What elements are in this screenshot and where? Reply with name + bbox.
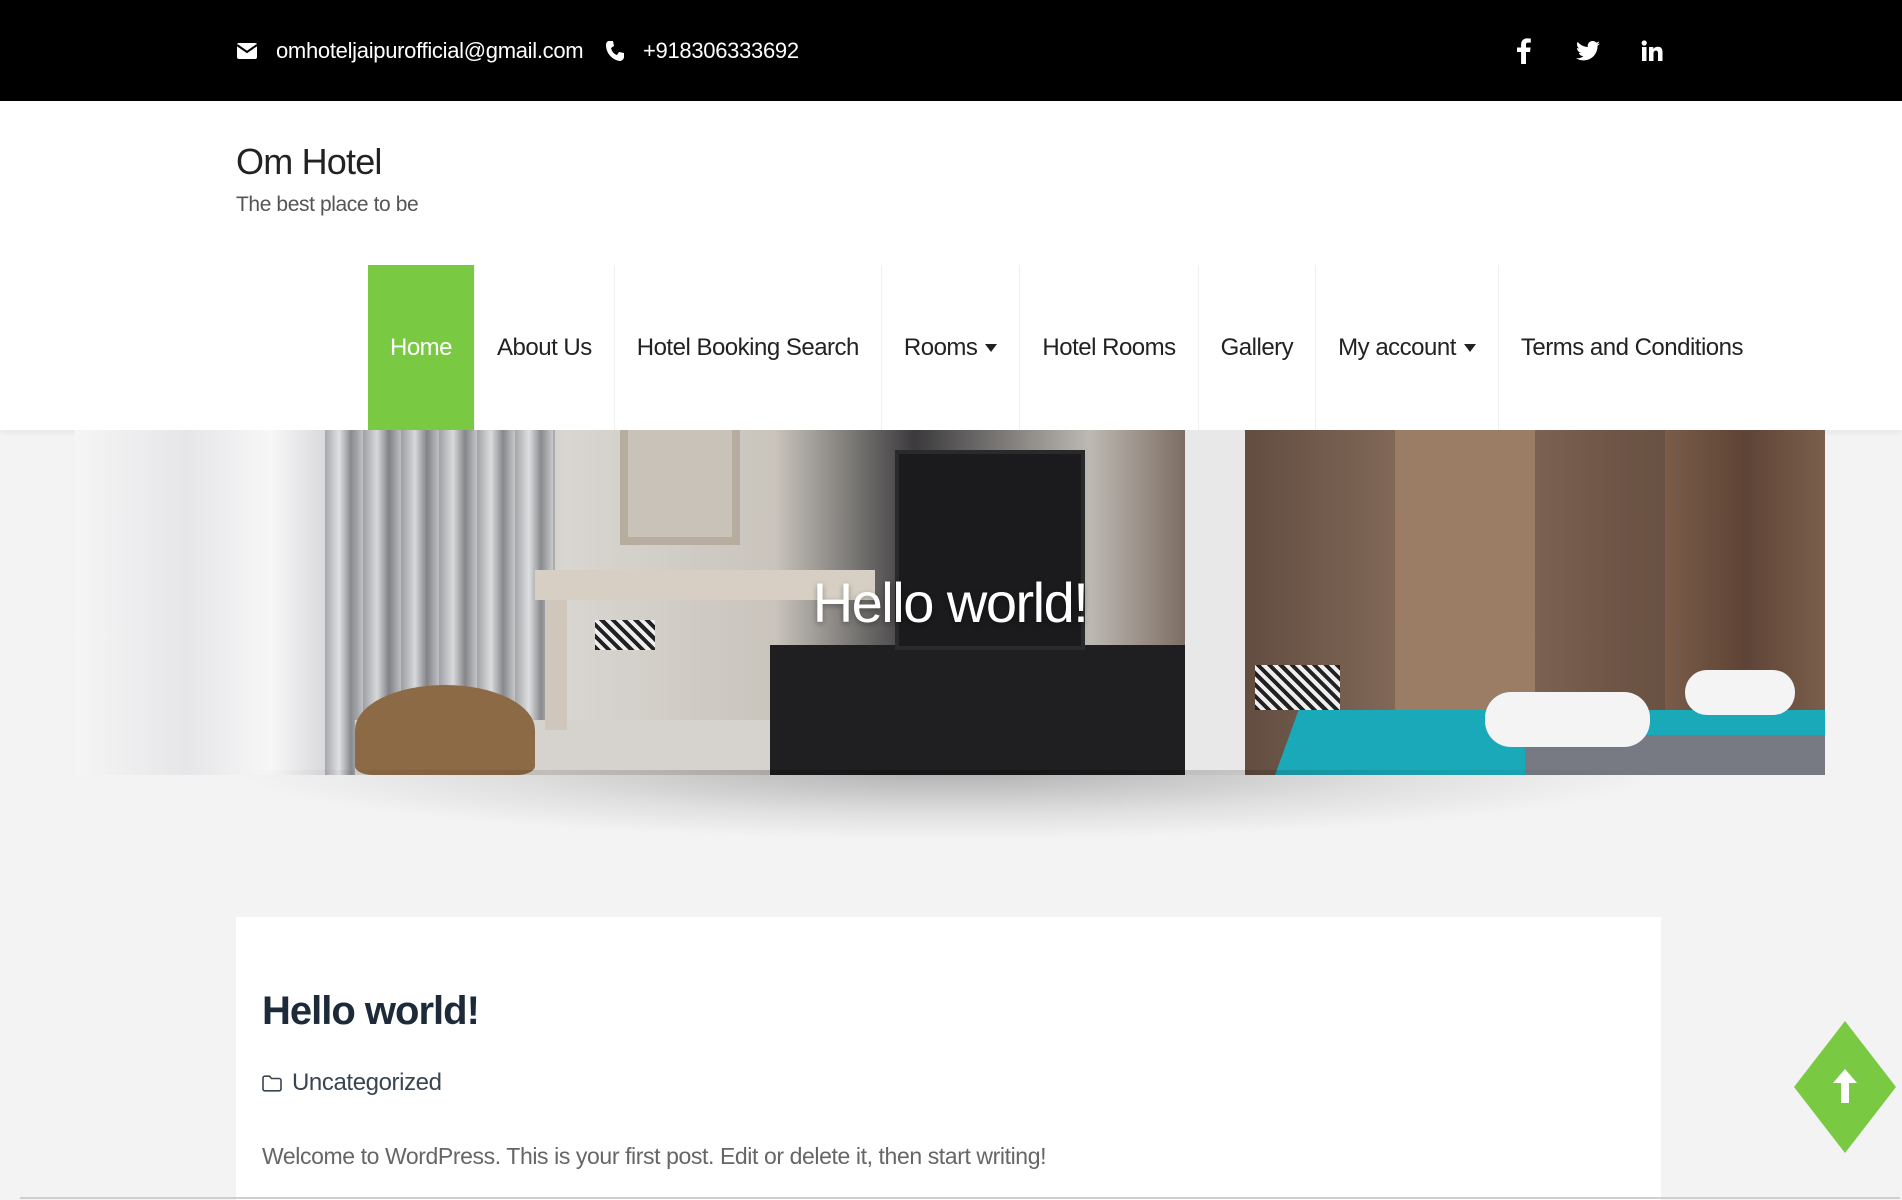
facebook-icon	[1517, 37, 1531, 64]
scroll-to-top-button[interactable]	[1794, 1021, 1902, 1153]
contact-email[interactable]: omhoteljaipurofficial@gmail.com	[236, 0, 584, 101]
nav-item-label: Terms and Conditions	[1520, 333, 1744, 361]
phone-text[interactable]: +918306333692	[643, 38, 799, 64]
banner-image-towel	[1685, 670, 1795, 715]
banner-image-stool-2	[1255, 665, 1340, 710]
nav-item-label: Gallery	[1220, 333, 1294, 361]
facebook-link[interactable]	[1517, 0, 1531, 101]
hero-banner: Hello world!	[75, 430, 1825, 775]
nav-item-label: Home	[390, 333, 453, 361]
category-link[interactable]: Uncategorized	[292, 1069, 442, 1097]
nav-item-gallery[interactable]: Gallery	[1199, 265, 1317, 430]
post-category[interactable]: Uncategorized	[262, 1069, 442, 1097]
post-title[interactable]: Hello world!	[262, 989, 480, 1034]
nav-item-hotel-booking-search[interactable]: Hotel Booking Search	[615, 265, 882, 430]
post-excerpt: Welcome to WordPress. This is your first…	[262, 1143, 1047, 1169]
site-tagline: The best place to be	[236, 193, 419, 216]
nav-item-my-account[interactable]: My account	[1316, 265, 1499, 430]
nav-item-label: Hotel Rooms	[1042, 333, 1176, 361]
nav-item-rooms[interactable]: Rooms	[882, 265, 1021, 430]
banner-image-cabinet	[770, 645, 1210, 775]
contact-phone[interactable]: +918306333692	[605, 0, 799, 101]
linkedin-icon	[1641, 39, 1663, 61]
nav-item-label: My account	[1338, 333, 1456, 361]
email-text[interactable]: omhoteljaipurofficial@gmail.com	[276, 38, 584, 64]
nav-item-hotel-rooms[interactable]: Hotel Rooms	[1020, 265, 1199, 430]
caret-down-icon	[985, 343, 998, 352]
envelope-icon	[236, 42, 258, 59]
site-header: Om Hotel The best place to be Home About…	[0, 101, 1902, 430]
post-card: Hello world! Uncategorized Welcome to Wo…	[236, 917, 1661, 1200]
folder-icon	[262, 1074, 282, 1092]
banner-shadow	[230, 770, 1670, 840]
arrow-up-icon	[1794, 1021, 1896, 1153]
banner-image-table	[355, 685, 535, 775]
caret-down-icon	[1463, 343, 1476, 352]
top-bar: omhoteljaipurofficial@gmail.com +9183063…	[0, 0, 1902, 101]
linkedin-link[interactable]	[1641, 0, 1663, 101]
nav-item-label: Rooms	[903, 333, 978, 361]
nav-item-label: About Us	[497, 333, 592, 361]
nav-item-terms-and-conditions[interactable]: Terms and Conditions	[1499, 265, 1765, 430]
main-nav: Home About Us Hotel Booking Search Rooms…	[368, 265, 1765, 430]
twitter-icon	[1576, 40, 1600, 60]
twitter-link[interactable]	[1576, 0, 1600, 101]
banner-image-towel	[1485, 692, 1650, 747]
nav-item-label: Hotel Booking Search	[636, 333, 860, 361]
phone-icon	[606, 40, 624, 61]
site-title[interactable]: Om Hotel	[236, 141, 382, 183]
divider	[20, 1197, 1900, 1199]
banner-image-mirror	[620, 430, 740, 545]
nav-item-about-us[interactable]: About Us	[475, 265, 615, 430]
nav-item-home[interactable]: Home	[368, 265, 476, 430]
banner-title: Hello world!	[812, 571, 1089, 634]
